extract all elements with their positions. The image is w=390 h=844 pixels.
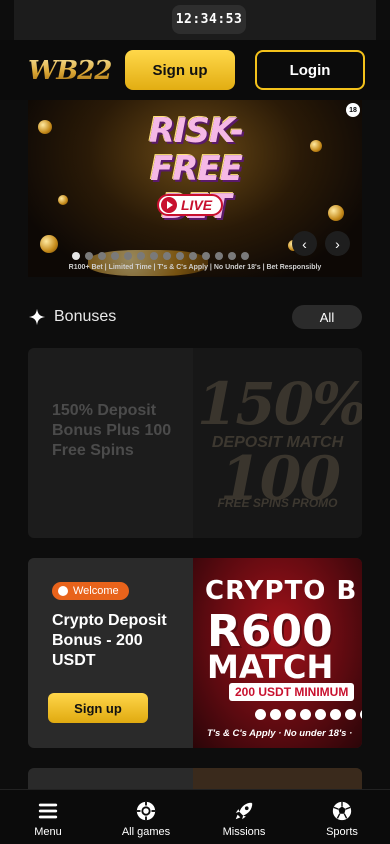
login-button[interactable]: Login	[255, 50, 365, 90]
bonus-card-title: 150% Deposit Bonus Plus 100 Free Spins	[52, 402, 172, 459]
promo-minimum: 200 USDT MINIMUM	[229, 683, 355, 701]
coin-decoration	[58, 195, 68, 205]
status-clock: 12:34:53	[172, 5, 246, 34]
coin-decoration	[328, 205, 344, 221]
carousel-dot[interactable]	[137, 252, 145, 260]
crypto-icons	[255, 709, 362, 720]
chevron-right-icon[interactable]: ›	[325, 231, 350, 256]
bonus-card-info: 150% Deposit Bonus Plus 100 Free Spins	[28, 348, 193, 538]
carousel-dot[interactable]	[163, 252, 171, 260]
carousel-dot[interactable]	[124, 252, 132, 260]
carousel-dot[interactable]	[189, 252, 197, 260]
bonus-card-image: CRYPTO B R600 MATCH 200 USDT MINIMUM T's…	[193, 558, 362, 748]
bonus-card[interactable]: 150% Deposit Bonus Plus 100 Free Spins 1…	[28, 348, 362, 538]
crypto-coin-icon	[255, 709, 266, 720]
welcome-badge-label: Welcome	[73, 585, 119, 597]
section-title: Bonuses	[54, 308, 117, 325]
nav-item-menu[interactable]: Menu	[8, 800, 88, 838]
chip-icon	[136, 801, 156, 821]
carousel-dot[interactable]	[150, 252, 158, 260]
nav-item-all-games[interactable]: All games	[106, 800, 186, 838]
nav-label: All games	[121, 826, 171, 838]
nav-item-sports[interactable]: Sports	[302, 800, 382, 838]
nav-label: Menu	[34, 826, 62, 838]
age-restriction-badge: 18	[346, 103, 360, 117]
chevron-left-icon[interactable]: ‹	[292, 231, 317, 256]
bottom-navigation: Menu All games Missions Sports	[0, 789, 390, 844]
bonus-card[interactable]: Welcome Crypto Deposit Bonus - 200 USDT …	[28, 558, 362, 748]
rocket-icon	[235, 802, 253, 820]
carousel-dot[interactable]	[228, 252, 236, 260]
signup-button[interactable]: Sign up	[125, 50, 235, 90]
bonus-signup-button[interactable]: Sign up	[48, 693, 148, 723]
bonus-card-title: Crypto Deposit Bonus - 200 USDT	[52, 612, 167, 669]
bonuses-section-header: Bonuses All	[28, 305, 362, 329]
brand-logo-text: WB22	[28, 56, 112, 86]
carousel-dots	[72, 252, 249, 260]
live-label: LIVE	[181, 197, 213, 213]
crypto-coin-icon	[300, 709, 311, 720]
carousel-dot[interactable]	[111, 252, 119, 260]
crypto-coin-icon	[330, 709, 341, 720]
promo-headline: CRYPTO B	[205, 576, 358, 606]
nav-item-missions[interactable]: Missions	[204, 800, 284, 838]
crypto-coin-icon	[315, 709, 326, 720]
promo-match: MATCH	[207, 648, 334, 686]
sparkle-icon	[28, 308, 46, 326]
coin-decoration	[40, 235, 58, 253]
soccer-ball-icon	[332, 801, 352, 821]
nav-label: Missions	[222, 826, 266, 838]
carousel-dot[interactable]	[202, 252, 210, 260]
carousel-dot[interactable]	[98, 252, 106, 260]
coin-decoration	[38, 120, 52, 134]
banner-title-line1: RISK-FREE	[148, 111, 245, 189]
carousel-dot[interactable]	[72, 252, 80, 260]
nav-label: Sports	[326, 826, 358, 838]
play-icon	[161, 197, 177, 213]
menu-icon	[38, 803, 58, 819]
carousel-dot[interactable]	[85, 252, 93, 260]
crypto-coin-icon	[285, 709, 296, 720]
brand-logo[interactable]: WB22	[28, 55, 112, 87]
promo-percent: 150%	[197, 370, 362, 438]
gift-icon	[58, 586, 68, 596]
bonus-card-image: 150% DEPOSIT MATCH 100 FREE SPINS PROMO	[193, 348, 362, 538]
crypto-coin-icon	[345, 709, 356, 720]
banner-disclaimer: R100+ Bet | Limited Time | T's & C's App…	[68, 264, 322, 271]
promo-sub: FREE SPINS PROMO	[217, 496, 338, 510]
carousel-dot[interactable]	[215, 252, 223, 260]
coin-decoration	[310, 140, 322, 152]
crypto-coin-icon	[360, 709, 362, 720]
welcome-badge: Welcome	[52, 582, 129, 600]
view-all-button[interactable]: All	[292, 305, 362, 329]
promo-terms: T's & C's Apply · No under 18's ·	[207, 728, 353, 739]
crypto-coin-icon	[270, 709, 281, 720]
live-badge: LIVE	[157, 194, 223, 216]
status-bar: 12:34:53	[14, 0, 376, 40]
bonus-card-info: Welcome Crypto Deposit Bonus - 200 USDT …	[28, 558, 193, 748]
carousel-dot[interactable]	[176, 252, 184, 260]
carousel-dot[interactable]	[241, 252, 249, 260]
